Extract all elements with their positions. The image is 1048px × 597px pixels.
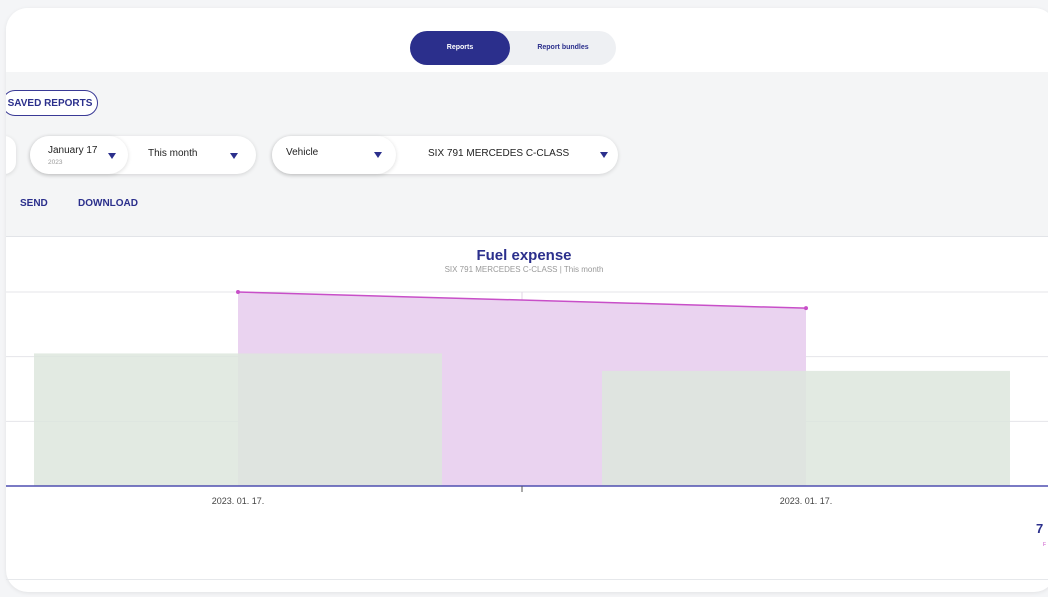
line-point xyxy=(236,290,240,294)
corner-tag: F xyxy=(1043,542,1047,548)
x-tick-label: 2023. 01. 17. xyxy=(780,496,833,506)
corner-value: 7 xyxy=(1036,521,1044,536)
bar xyxy=(602,370,1010,486)
chart-x-axis: 2023. 01. 17. 2023. 01. 17. xyxy=(6,485,1048,506)
bar xyxy=(34,353,442,486)
card-bottom-divider xyxy=(6,579,1048,580)
x-tick-label: 2023. 01. 17. xyxy=(212,496,265,506)
line-point xyxy=(804,306,808,311)
fuel-expense-chart: 2023. 01. 17. 2023. 01. 17. xyxy=(6,290,1048,506)
